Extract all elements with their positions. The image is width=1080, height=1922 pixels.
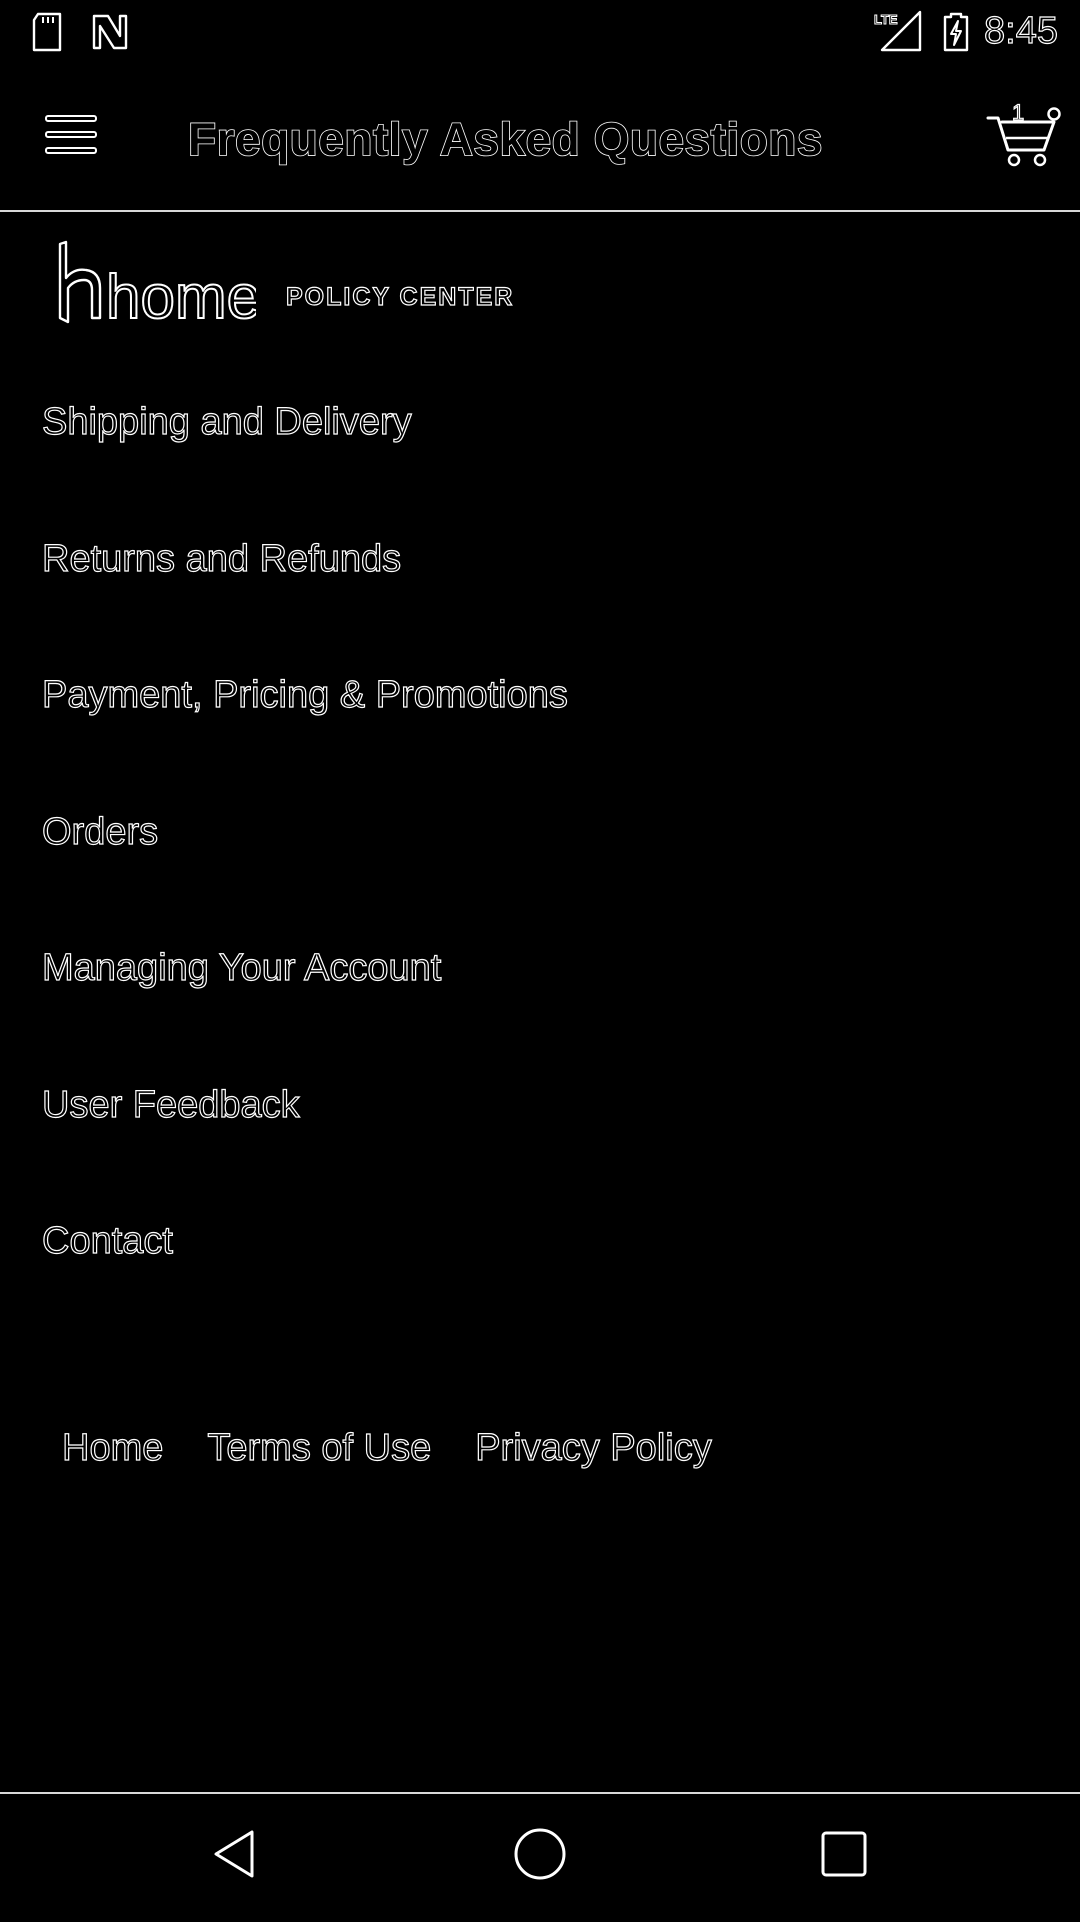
faq-item-payment-pricing-promotions[interactable]: Payment, Pricing & Promotions bbox=[0, 645, 1080, 782]
recents-square-icon[interactable] bbox=[814, 1824, 874, 1884]
shopping-cart-icon[interactable] bbox=[984, 98, 1066, 168]
status-bar: LTE 8:45 bbox=[0, 0, 1080, 62]
faq-item-shipping-delivery[interactable]: Shipping and Delivery bbox=[0, 372, 1080, 509]
footer-link-home[interactable]: Home bbox=[61, 1418, 164, 1478]
back-triangle-icon[interactable] bbox=[206, 1824, 266, 1884]
policy-center-label: POLICY CENTER bbox=[285, 282, 515, 311]
faq-category-list: Shipping and Delivery Returns and Refund… bbox=[0, 372, 1080, 1328]
battery-charging-icon bbox=[942, 12, 970, 57]
n-notification-icon bbox=[88, 12, 132, 57]
faq-item-contact[interactable]: Contact bbox=[0, 1191, 1080, 1328]
page-title: Frequently Asked Questions bbox=[187, 112, 823, 166]
lte-signal-icon: LTE bbox=[872, 10, 922, 57]
footer-link-privacy-policy[interactable]: Privacy Policy bbox=[475, 1418, 713, 1478]
faq-item-user-feedback[interactable]: User Feedback bbox=[0, 1055, 1080, 1192]
status-clock: 8:45 bbox=[983, 9, 1058, 52]
system-navigation-bar bbox=[0, 1792, 1080, 1922]
faq-item-managing-account[interactable]: Managing Your Account bbox=[0, 918, 1080, 1055]
app-bar: Frequently Asked Questions 1 bbox=[0, 62, 1080, 212]
footer-link-terms-of-use[interactable]: Terms of Use bbox=[207, 1418, 432, 1478]
brand-header: home POLICY CENTER bbox=[0, 238, 1080, 328]
home-circle-icon[interactable] bbox=[510, 1824, 570, 1884]
hamburger-menu-icon[interactable] bbox=[42, 112, 104, 158]
cart-count-badge: 1 bbox=[1011, 99, 1025, 125]
faq-item-returns-refunds[interactable]: Returns and Refunds bbox=[0, 509, 1080, 646]
faq-item-orders[interactable]: Orders bbox=[0, 782, 1080, 919]
logo-wordmark: home bbox=[106, 263, 256, 324]
home-logo: home bbox=[58, 240, 256, 324]
sd-card-icon bbox=[30, 12, 64, 57]
lte-label: LTE bbox=[874, 12, 898, 27]
footer-links: Home Terms of Use Privacy Policy bbox=[61, 1418, 713, 1478]
